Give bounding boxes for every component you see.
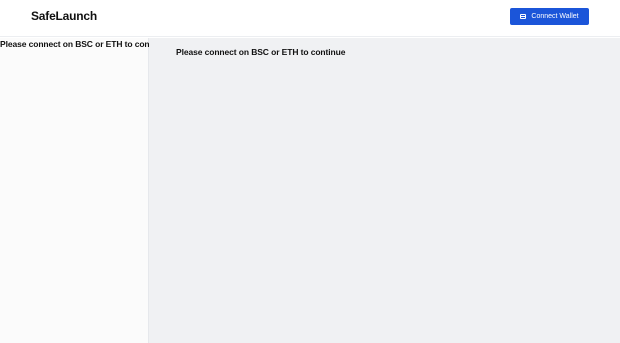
main-content: Please connect on BSC or ETH to continue: [149, 38, 620, 343]
connect-wallet-button[interactable]: Connect Wallet: [510, 8, 589, 25]
wallet-icon: [520, 14, 527, 19]
brand-logo[interactable]: SafeLaunch: [31, 9, 97, 23]
connect-wallet-label: Connect Wallet: [531, 13, 579, 20]
app-root: SafeLaunch Connect Wallet Please connect…: [0, 0, 620, 343]
main-connect-message: Please connect on BSC or ETH to continue: [176, 47, 346, 57]
top-navbar: SafeLaunch Connect Wallet: [0, 0, 620, 37]
sidebar: Please connect on BSC or ETH to continue: [0, 38, 169, 343]
sidebar-connect-message: Please connect on BSC or ETH to continue: [0, 39, 170, 49]
